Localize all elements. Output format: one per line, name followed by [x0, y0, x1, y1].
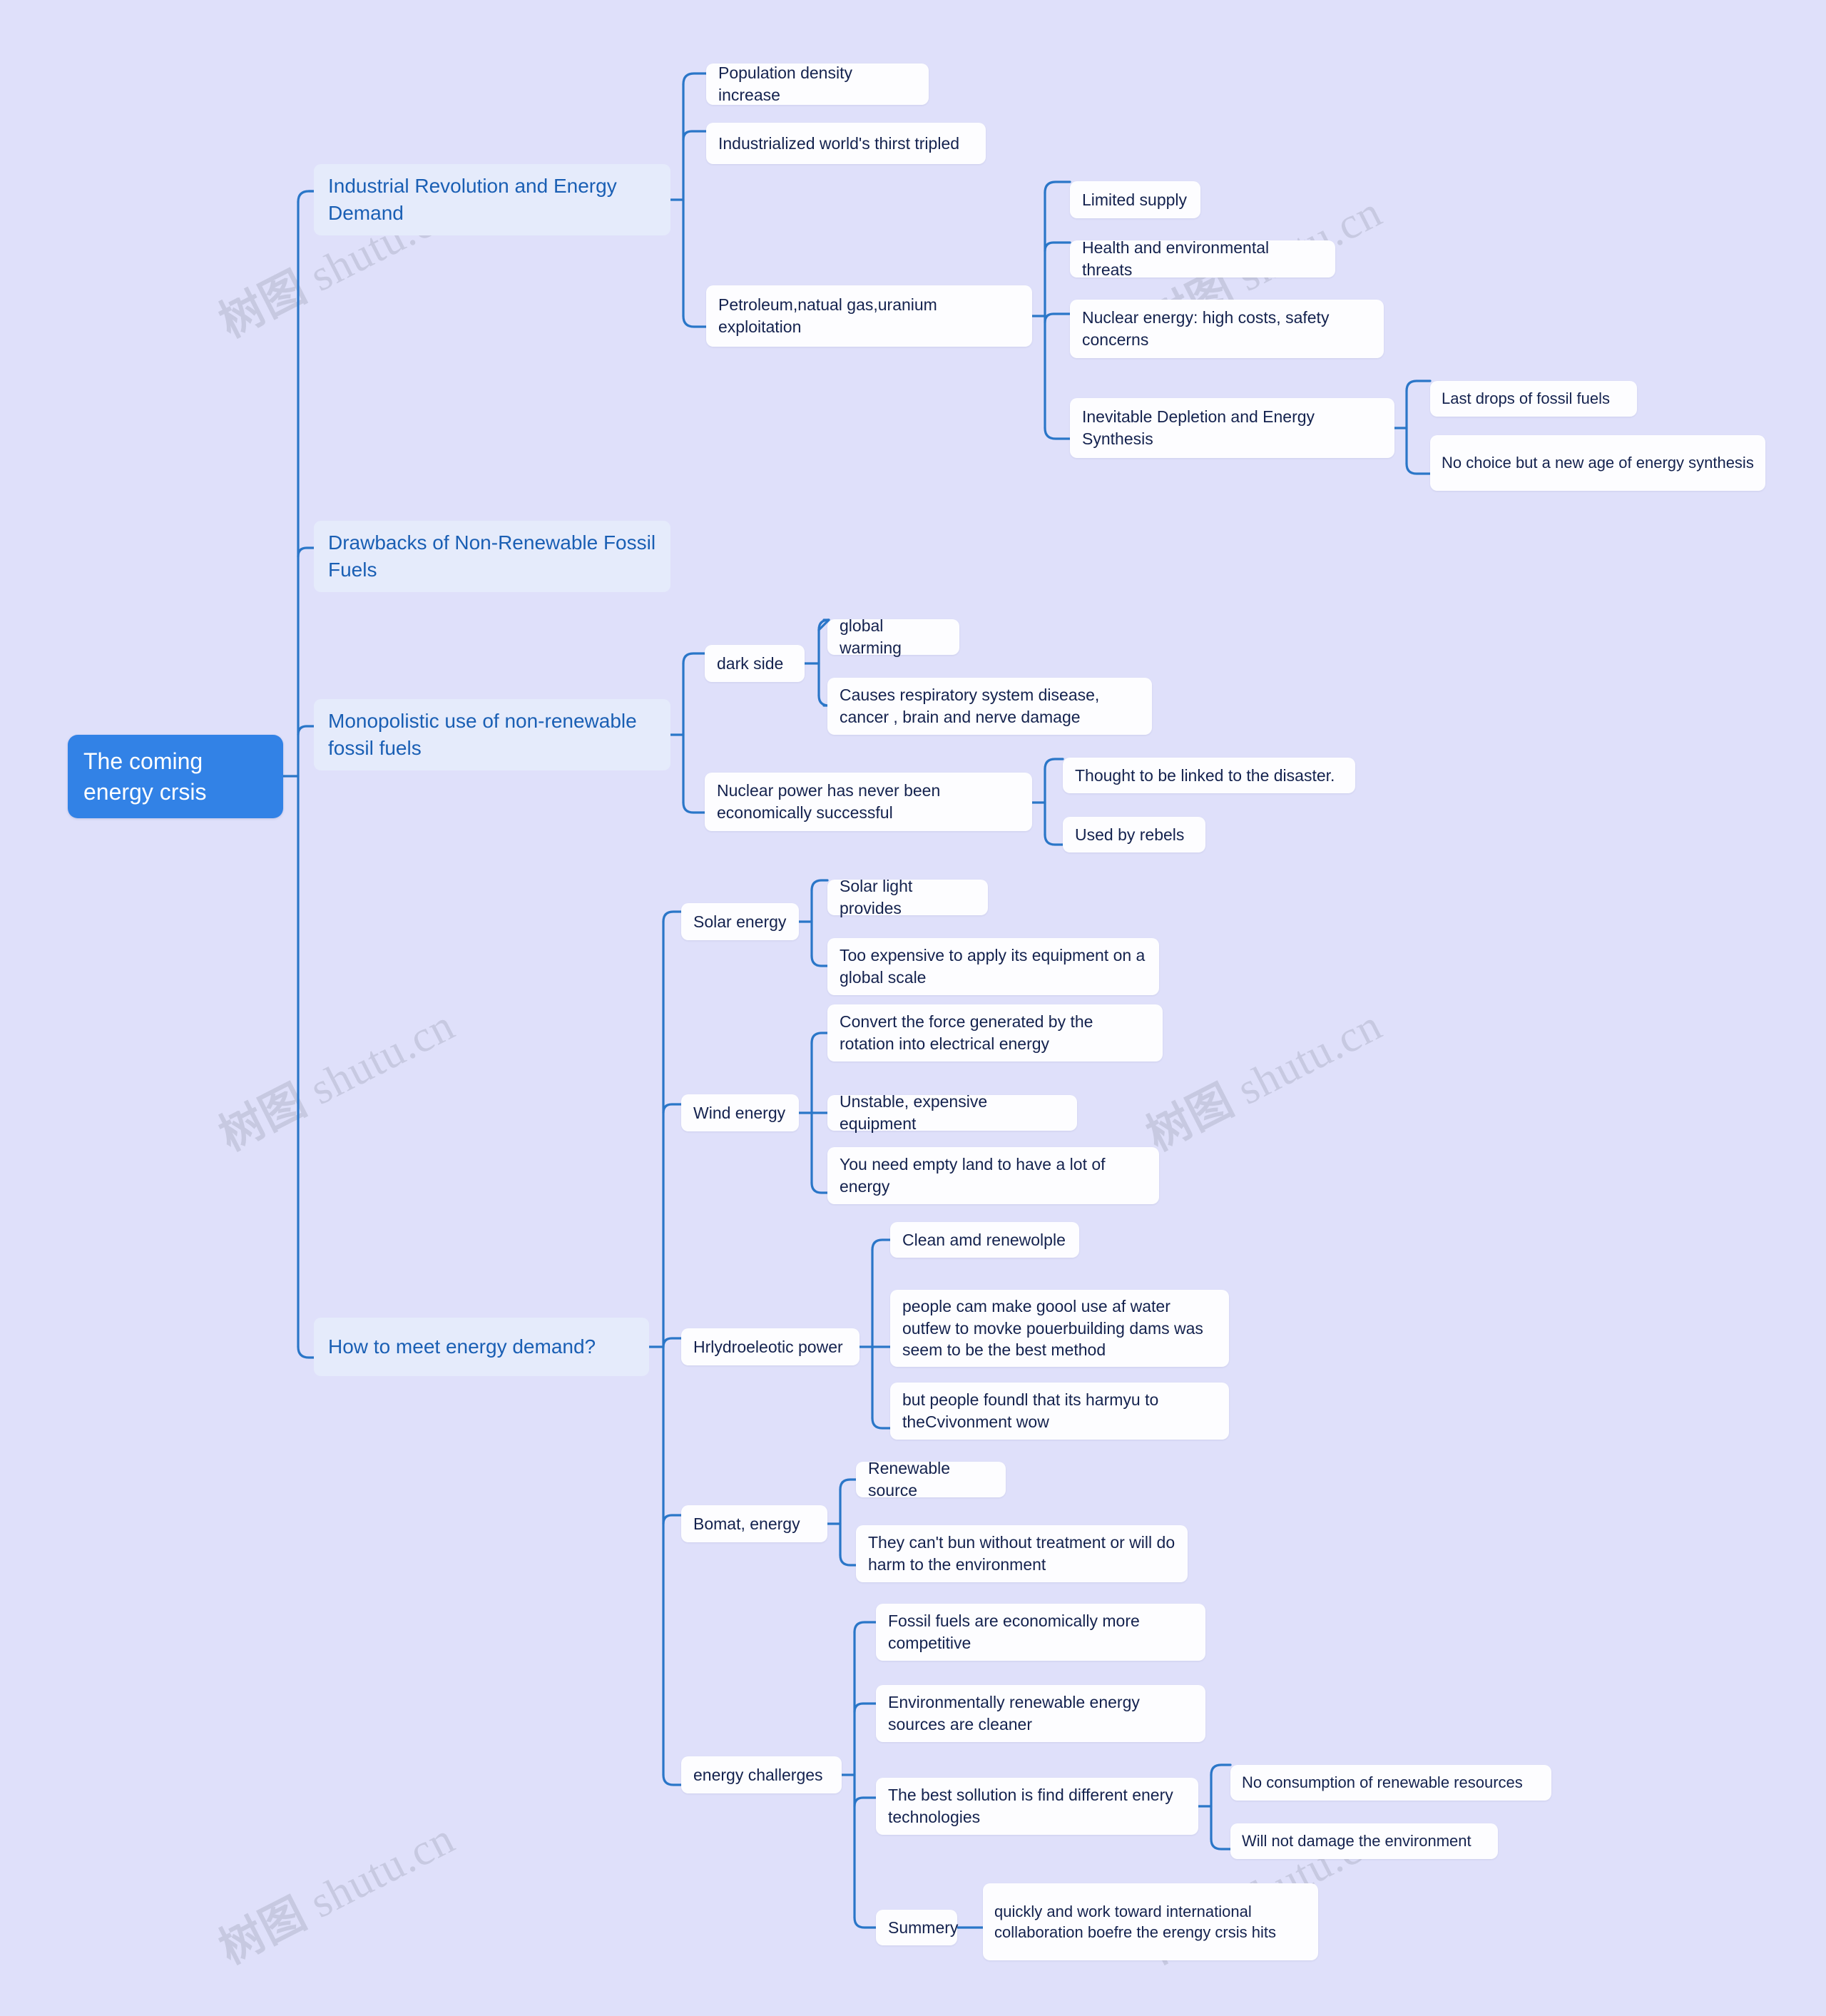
- node-label: quickly and work toward international co…: [994, 1902, 1276, 1941]
- node-label: They can't bun without treatment or will…: [868, 1533, 1175, 1574]
- node-label: Bomat, energy: [693, 1514, 800, 1533]
- node-used-by-rebels[interactable]: Used by rebels: [1063, 817, 1205, 852]
- node-last-drops-fossil-fuels[interactable]: Last drops of fossil fuels: [1430, 381, 1637, 417]
- node-renewable-source[interactable]: Renewable source: [856, 1459, 1006, 1500]
- branch-label: Monopolistic use of non-renewable fossil…: [328, 710, 637, 759]
- node-label: Last drops of fossil fuels: [1442, 390, 1611, 408]
- mindmap-canvas: 树图 shutu.cn 树图 shutu.cn 树图 shutu.cn 树图 s…: [0, 0, 1826, 2016]
- node-global-warming[interactable]: global warming: [827, 616, 959, 657]
- node-energy-challenges[interactable]: energy challerges: [681, 1756, 842, 1793]
- node-renewables-cleaner[interactable]: Environmentally renewable energy sources…: [876, 1685, 1205, 1742]
- node-wind-convert-force[interactable]: Convert the force generated by the rotat…: [827, 1004, 1163, 1062]
- node-summary[interactable]: Summery: [876, 1910, 959, 1945]
- node-label: global warming: [840, 616, 902, 657]
- branch-label: How to meet energy demand?: [328, 1335, 596, 1358]
- node-nuclear-energy-costs[interactable]: Nuclear energy: high costs, safety conce…: [1070, 300, 1384, 358]
- node-label: Causes respiratory system disease, cance…: [840, 686, 1100, 726]
- branch-monopolistic-use[interactable]: Monopolistic use of non-renewable fossil…: [314, 699, 670, 770]
- branch-label: Industrial Revolution and Energy Demand: [328, 175, 617, 224]
- node-wind-energy[interactable]: Wind energy: [681, 1094, 799, 1131]
- node-label: but people foundl that its harmyu to the…: [902, 1390, 1159, 1431]
- node-label: Too expensive to apply its equipment on …: [840, 946, 1146, 987]
- node-solar-too-expensive[interactable]: Too expensive to apply its equipment on …: [827, 938, 1159, 995]
- node-best-solution-technologies[interactable]: The best sollution is find different ene…: [876, 1778, 1198, 1835]
- node-wind-empty-land[interactable]: You need empty land to have a lot of ene…: [827, 1147, 1159, 1204]
- node-harmful-to-environment[interactable]: but people foundl that its harmyu to the…: [890, 1383, 1229, 1440]
- node-label: Limited supply: [1082, 190, 1188, 209]
- node-inevitable-depletion[interactable]: Inevitable Depletion and Energy Synthesi…: [1070, 398, 1394, 458]
- node-label: Wind energy: [693, 1103, 786, 1122]
- node-will-not-damage-environment[interactable]: Will not damage the environment: [1230, 1823, 1498, 1859]
- node-label: Solar energy: [693, 912, 787, 931]
- branch-industrial-revolution[interactable]: Industrial Revolution and Energy Demand: [314, 164, 670, 235]
- node-label: energy challerges: [693, 1765, 823, 1784]
- branch-label: Drawbacks of Non-Renewable Fossil Fuels: [328, 531, 656, 581]
- node-label: people cam make goool use af water outfe…: [902, 1296, 1203, 1360]
- node-petroleum-exploitation[interactable]: Petroleum,natual gas,uranium exploitatio…: [706, 285, 1032, 347]
- node-label: Fossil fuels are economically more compe…: [888, 1612, 1140, 1652]
- node-population-density[interactable]: Population density increase: [706, 63, 929, 105]
- node-new-age-energy-synthesis[interactable]: No choice but a new age of energy synthe…: [1430, 435, 1765, 491]
- node-label: Summery: [888, 1918, 959, 1937]
- node-label: Population density increase: [718, 63, 852, 104]
- branch-how-to-meet-demand[interactable]: How to meet energy demand?: [314, 1318, 649, 1376]
- node-label: Industrialized world's thirst tripled: [718, 133, 960, 153]
- node-thought-linked-disaster[interactable]: Thought to be linked to the disaster.: [1063, 758, 1355, 793]
- node-label: No choice but a new age of energy synthe…: [1442, 454, 1754, 472]
- node-fossil-fuels-competitive[interactable]: Fossil fuels are economically more compe…: [876, 1604, 1205, 1661]
- node-solar-light-provides[interactable]: Solar light provides: [827, 877, 988, 917]
- node-label: Thought to be linked to the disaster.: [1075, 765, 1335, 785]
- node-nuclear-power-not-successful[interactable]: Nuclear power has never been economicall…: [705, 773, 1032, 831]
- node-wind-unstable-expensive[interactable]: Unstable, expensive equipment: [827, 1092, 1077, 1133]
- branch-drawbacks-fossil-fuels[interactable]: Drawbacks of Non-Renewable Fossil Fuels: [314, 521, 670, 592]
- node-label: The best sollution is find different ene…: [888, 1786, 1173, 1826]
- root-node[interactable]: The coming energy crsis: [68, 735, 283, 818]
- node-label: Solar light provides: [840, 877, 913, 917]
- node-summary-detail[interactable]: quickly and work toward international co…: [983, 1883, 1318, 1960]
- node-industrialized-thirst[interactable]: Industrialized world's thirst tripled: [706, 123, 986, 164]
- node-clean-and-renewable[interactable]: Clean amd renewolple: [890, 1222, 1079, 1258]
- node-limited-supply[interactable]: Limited supply: [1070, 181, 1200, 218]
- node-label: Hrlydroeleotic power: [693, 1337, 843, 1356]
- node-label: Nuclear energy: high costs, safety conce…: [1082, 308, 1330, 349]
- node-label: Nuclear power has never been economicall…: [717, 781, 941, 822]
- node-no-consumption-renewables[interactable]: No consumption of renewable resources: [1230, 1765, 1551, 1801]
- node-label: Renewable source: [868, 1459, 951, 1500]
- node-solar-energy[interactable]: Solar energy: [681, 903, 799, 940]
- node-hydroelectric-power[interactable]: Hrlydroeleotic power: [681, 1328, 860, 1365]
- node-label: Environmentally renewable energy sources…: [888, 1693, 1140, 1734]
- node-label: Will not damage the environment: [1242, 1832, 1471, 1850]
- node-label: Petroleum,natual gas,uranium exploitatio…: [718, 295, 937, 336]
- root-label: The coming energy crsis: [83, 748, 207, 805]
- node-label: Used by rebels: [1075, 825, 1185, 844]
- node-label: Convert the force generated by the rotat…: [840, 1012, 1093, 1053]
- node-label: dark side: [717, 653, 784, 673]
- node-label: Inevitable Depletion and Energy Synthesi…: [1082, 407, 1315, 448]
- node-cant-burn-without-treatment[interactable]: They can't bun without treatment or will…: [856, 1525, 1188, 1582]
- node-label: No consumption of renewable resources: [1242, 1773, 1523, 1792]
- node-label: You need empty land to have a lot of ene…: [840, 1155, 1106, 1196]
- node-biomass-energy[interactable]: Bomat, energy: [681, 1505, 827, 1542]
- node-label: Unstable, expensive equipment: [840, 1092, 988, 1133]
- node-causes-respiratory-disease[interactable]: Causes respiratory system disease, cance…: [827, 678, 1152, 735]
- node-health-environmental-threats[interactable]: Health and environmental threats: [1070, 238, 1335, 279]
- node-label: Clean amd renewolple: [902, 1230, 1066, 1249]
- node-dark-side[interactable]: dark side: [705, 645, 805, 682]
- node-water-outflow-dams[interactable]: people cam make goool use af water outfe…: [890, 1290, 1229, 1367]
- node-label: Health and environmental threats: [1082, 238, 1270, 279]
